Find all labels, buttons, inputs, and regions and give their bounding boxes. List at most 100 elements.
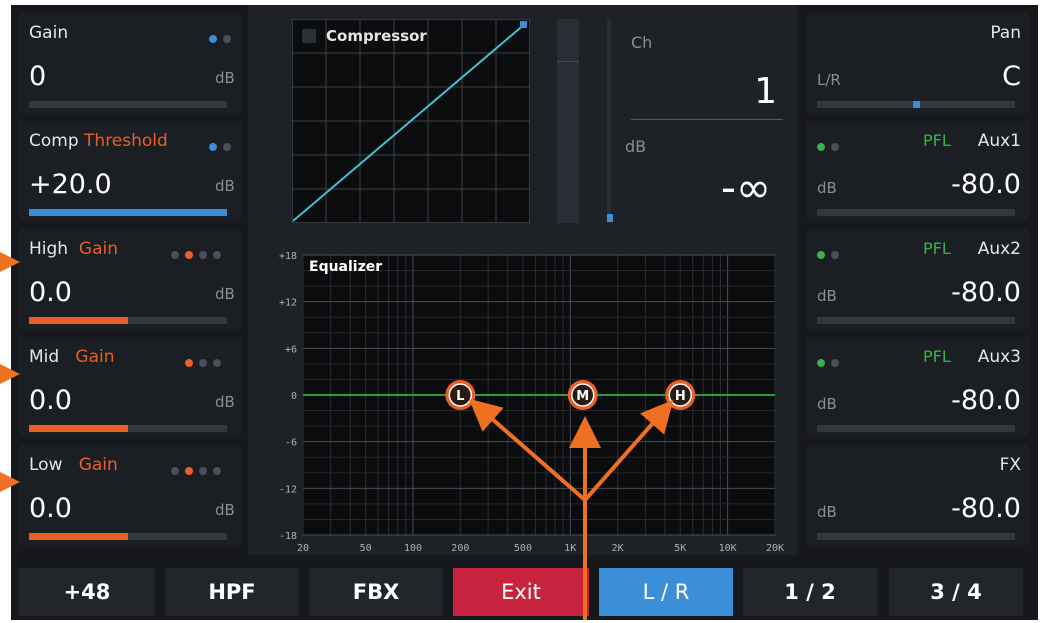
aux1-unit: dB	[817, 179, 837, 197]
eq-y-tick: +18	[279, 251, 297, 262]
channel-number: 1	[754, 71, 777, 112]
gain-panel[interactable]: Gain 0 dB	[19, 13, 241, 113]
channel-divider	[631, 119, 783, 120]
high-gain-bar	[29, 317, 227, 324]
eq-x-tick: 5K	[674, 543, 686, 553]
aux3-label: Aux3	[977, 347, 1021, 367]
compressor-label: Compressor	[326, 27, 427, 45]
mid-gain-label: Gain	[75, 347, 115, 367]
eq-y-tick: -12	[279, 484, 297, 495]
pan-value: C	[1002, 61, 1021, 92]
low-gain-value: 0.0	[29, 493, 72, 524]
comp-threshold-value: +20.0	[29, 169, 112, 200]
aux2-label: Aux2	[977, 239, 1021, 259]
page-dots	[171, 460, 227, 475]
fx-label: FX	[999, 455, 1021, 475]
gain-value: 0	[29, 61, 47, 92]
channel-label: Ch	[631, 33, 653, 52]
exit-button[interactable]: Exit	[453, 568, 589, 616]
eq-band-label: H	[675, 389, 686, 404]
low-gain-panel[interactable]: Low Gain 0.0 dB	[19, 445, 241, 545]
channel-db-label: dB	[625, 137, 647, 156]
aux2-bar	[817, 317, 1015, 324]
high-gain-unit: dB	[215, 285, 235, 303]
aux1-pfl[interactable]: PFL	[923, 131, 951, 150]
hpf-button[interactable]: HPF	[165, 568, 299, 616]
low-gain-unit: dB	[215, 501, 235, 519]
eq-band-h-handle[interactable]: H	[665, 380, 696, 410]
fbx-button[interactable]: FBX	[309, 568, 443, 616]
aux1-bar	[817, 209, 1015, 216]
page-dots	[817, 136, 845, 151]
page-dots	[185, 352, 227, 367]
eq-x-tick: 50	[360, 543, 372, 553]
low-gain-bar	[29, 533, 227, 540]
high-gain-label: Gain	[78, 239, 118, 259]
low-gain-fill	[29, 533, 128, 540]
mid-gain-fill	[29, 425, 128, 432]
aux3-pfl[interactable]: PFL	[923, 347, 951, 366]
pan-panel[interactable]: Pan L/R C	[807, 13, 1029, 113]
pan-label: Pan	[990, 23, 1021, 43]
fader-track[interactable]	[607, 19, 613, 223]
aux3-panel[interactable]: PFL Aux3 dB -80.0	[807, 337, 1029, 437]
high-gain-panel[interactable]: High Gain 0.0 dB	[19, 229, 241, 329]
mid-gain-unit: dB	[215, 393, 235, 411]
fx-panel[interactable]: FX dB -80.0	[807, 445, 1029, 545]
gain-unit: dB	[215, 69, 235, 87]
mid-gain-value: 0.0	[29, 385, 72, 416]
comp-threshold-panel[interactable]: Comp Threshold +20.0 dB	[19, 121, 241, 221]
level-meter	[557, 19, 579, 223]
gain-label: Gain	[29, 23, 69, 43]
eq-band-label: L	[456, 389, 464, 404]
aux3-value: -80.0	[951, 385, 1021, 416]
high-gain-value: 0.0	[29, 277, 72, 308]
high-label: High	[29, 239, 69, 259]
page-dots	[209, 28, 237, 43]
eq-x-tick: 500	[514, 543, 532, 553]
fx-bar	[817, 533, 1015, 540]
eq-x-tick: 20	[297, 543, 309, 553]
aux1-label: Aux1	[977, 131, 1021, 151]
aux3-bar	[817, 425, 1015, 432]
eq-band-l-handle[interactable]: L	[445, 380, 476, 410]
mid-gain-panel[interactable]: Mid Gain 0.0 dB	[19, 337, 241, 437]
aux-1-2-button[interactable]: 1 / 2	[743, 568, 877, 616]
pan-lr-label: L/R	[817, 71, 841, 89]
gain-bar	[29, 101, 227, 108]
aux3-unit: dB	[817, 395, 837, 413]
page-dots	[209, 136, 237, 151]
page-dots	[817, 244, 845, 259]
fx-unit: dB	[817, 503, 837, 521]
equalizer-graph[interactable]: +18 +12 +6 0 -6 -12 -1820 50 100 200 500 1K 2K 5K 10K 2…	[257, 241, 787, 553]
eq-y-tick: 0	[291, 391, 297, 402]
eq-y-tick: +6	[285, 344, 297, 355]
aux2-value: -80.0	[951, 277, 1021, 308]
aux-3-4-button[interactable]: 3 / 4	[889, 568, 1023, 616]
page-dots	[171, 244, 227, 259]
aux2-pfl[interactable]: PFL	[923, 239, 951, 258]
low-gain-label: Gain	[78, 455, 118, 475]
comp-threshold-bar	[29, 209, 227, 216]
eq-x-tick: 2K	[612, 543, 624, 553]
page-dots	[817, 352, 845, 367]
aux2-panel[interactable]: PFL Aux2 dB -80.0	[807, 229, 1029, 329]
compressor-graph[interactable]: Compressor	[292, 19, 530, 223]
mid-label: Mid	[29, 347, 60, 367]
eq-band-m-handle[interactable]: M	[567, 380, 598, 410]
compressor-checkbox[interactable]	[302, 29, 316, 43]
threshold-label: Threshold	[84, 131, 168, 151]
lr-button[interactable]: L / R	[599, 568, 733, 616]
eq-x-tick: 100	[404, 543, 422, 553]
eq-y-tick: -6	[285, 438, 297, 449]
pan-indicator	[913, 101, 920, 108]
aux1-panel[interactable]: PFL Aux1 dB -80.0	[807, 121, 1029, 221]
aux2-unit: dB	[817, 287, 837, 305]
mid-gain-bar	[29, 425, 227, 432]
eq-x-tick: 1K	[564, 543, 576, 553]
eq-x-tick: 20K	[766, 543, 784, 553]
phantom-48-button[interactable]: +48	[19, 568, 155, 616]
fader-cap[interactable]	[607, 214, 613, 222]
eq-x-tick: 200	[451, 543, 469, 553]
eq-x-tick: 10K	[719, 543, 737, 553]
